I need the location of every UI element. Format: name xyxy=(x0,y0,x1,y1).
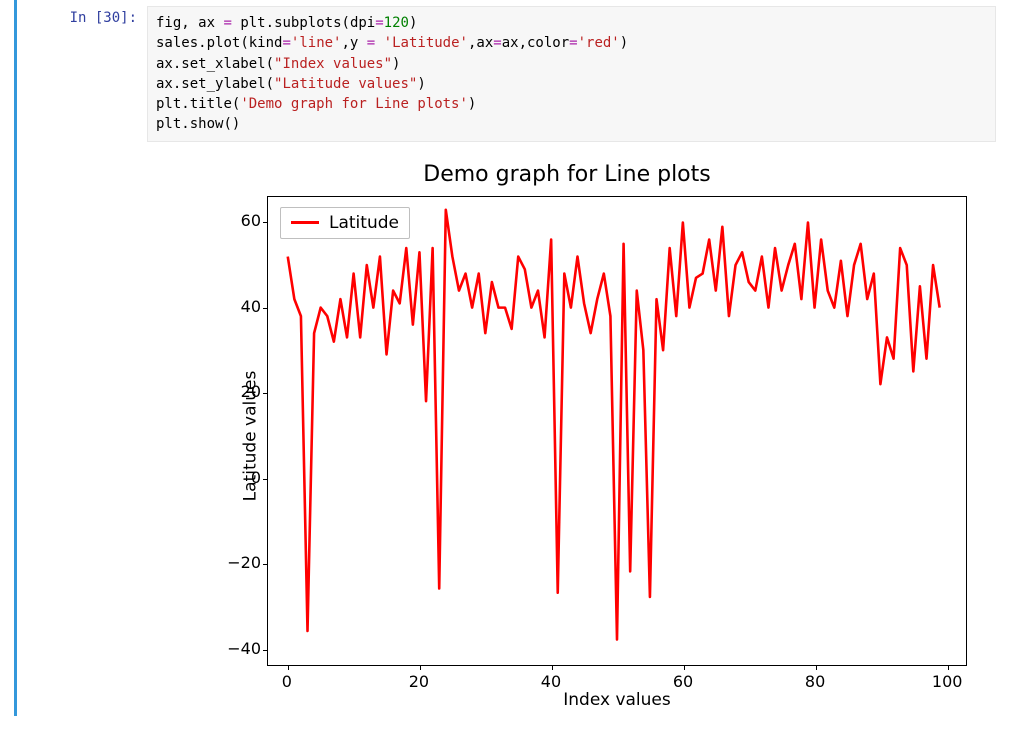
x-tick-label: 80 xyxy=(795,672,835,691)
output-prompt-column xyxy=(17,156,147,716)
y-tick-label: 60 xyxy=(211,211,261,230)
x-tick-label: 0 xyxy=(267,672,307,691)
prompt-column: In [30]: xyxy=(17,6,147,142)
x-tick-label: 60 xyxy=(663,672,703,691)
line-plot-svg xyxy=(268,197,966,665)
y-tick-label: 0 xyxy=(211,468,261,487)
x-tick-label: 20 xyxy=(399,672,439,691)
code-cell: In [30]: fig, ax = plt.subplots(dpi=120)… xyxy=(14,0,1016,142)
y-tick-label: −20 xyxy=(211,553,261,572)
x-tick-label: 100 xyxy=(927,672,967,691)
input-prompt: In [30]: xyxy=(70,10,137,26)
code-input[interactable]: fig, ax = plt.subplots(dpi=120) sales.pl… xyxy=(147,6,996,142)
x-axis-label: Index values xyxy=(267,690,967,710)
y-tick-label: 20 xyxy=(211,382,261,401)
output-cell: Demo graph for Line plots Latitude value… xyxy=(14,142,1016,716)
chart-title: Demo graph for Line plots xyxy=(147,162,987,187)
chart-output: Demo graph for Line plots Latitude value… xyxy=(147,156,987,716)
x-tick-label: 40 xyxy=(531,672,571,691)
y-tick-label: 40 xyxy=(211,297,261,316)
y-tick-label: −40 xyxy=(211,639,261,658)
plot-area: Latitude xyxy=(267,196,967,666)
